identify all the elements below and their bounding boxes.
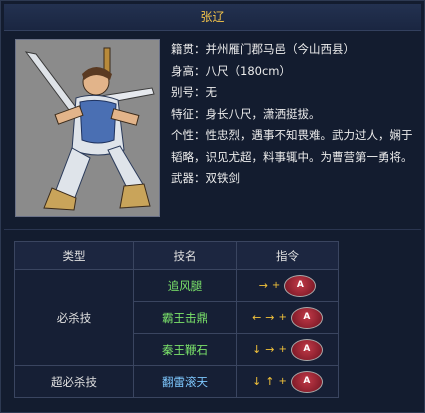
info-height: 身高：八尺（180cm） [171,63,291,78]
skill-name: 翻雷滚天 [133,365,237,398]
skill-name: 秦王鞭石 [133,333,237,366]
info-alias: 别号：无 [171,85,217,99]
character-info: 籍贯：并州雁门郡马邑（今山西县） 身高：八尺（180cm） 别号：无 特征：身长… [171,39,416,190]
header-skill-name: 技名 [133,241,237,270]
info-origin: 籍贯：并州雁门郡马邑（今山西县） [171,42,355,56]
arrow-right-icon: → [265,311,275,324]
command-cell: ← → + [236,301,339,334]
type-cell-super: 超必杀技 [14,365,134,398]
table-row: 必杀技 追风腿 → + [14,269,339,366]
portrait-image [16,40,159,216]
table-header-row: 类型 技名 指令 [14,241,339,270]
character-portrait [15,39,160,217]
info-personality: 个性：性忠烈，遇事不知畏难。武力过人，娴于韬略，识见尤超，料事辄中。为曹营第一勇… [171,128,413,164]
plus-sign: + [278,376,287,387]
arrow-right-icon: → [265,343,275,356]
command-cell: ↓ ↑ + [236,365,339,398]
skill-name: 霸王击鼎 [133,301,237,334]
a-button-icon [284,274,317,297]
plus-sign: + [278,312,287,323]
arrow-down-icon: ↓ [252,343,262,356]
header-command: 指令 [236,241,339,270]
command-cell: → + [236,269,339,302]
moves-table: 类型 技名 指令 必杀技 追风腿 → + 霸王击鼎 ← → + [14,241,339,398]
skill-name: 追风腿 [133,269,237,302]
info-weapon: 武器：双铁剑 [171,171,240,185]
a-button-icon [290,370,323,393]
info-feature: 特征：身长八尺，潇洒挺拔。 [171,106,321,121]
section-divider [4,229,421,230]
title-bar: 张辽 [4,4,421,31]
plus-sign: + [278,344,287,355]
character-name: 张辽 [200,10,225,24]
arrow-left-icon: ← [252,311,262,324]
type-cell-special: 必杀技 [14,269,134,366]
arrow-up-icon: ↑ [265,375,275,388]
a-button-icon [290,338,323,361]
character-panel: 张辽 籍贯：并州雁门郡马邑（今山西县） 身高：八尺（180cm） 别号：无 特征… [0,0,425,413]
a-button-icon [290,306,323,329]
header-type: 类型 [14,241,134,270]
command-cell: ↓ → + [236,333,339,366]
arrow-right-icon: → [258,279,268,292]
table-row: 超必杀技 翻雷滚天 ↓ ↑ + [14,365,339,398]
arrow-down-icon: ↓ [252,375,262,388]
plus-sign: + [271,280,281,291]
